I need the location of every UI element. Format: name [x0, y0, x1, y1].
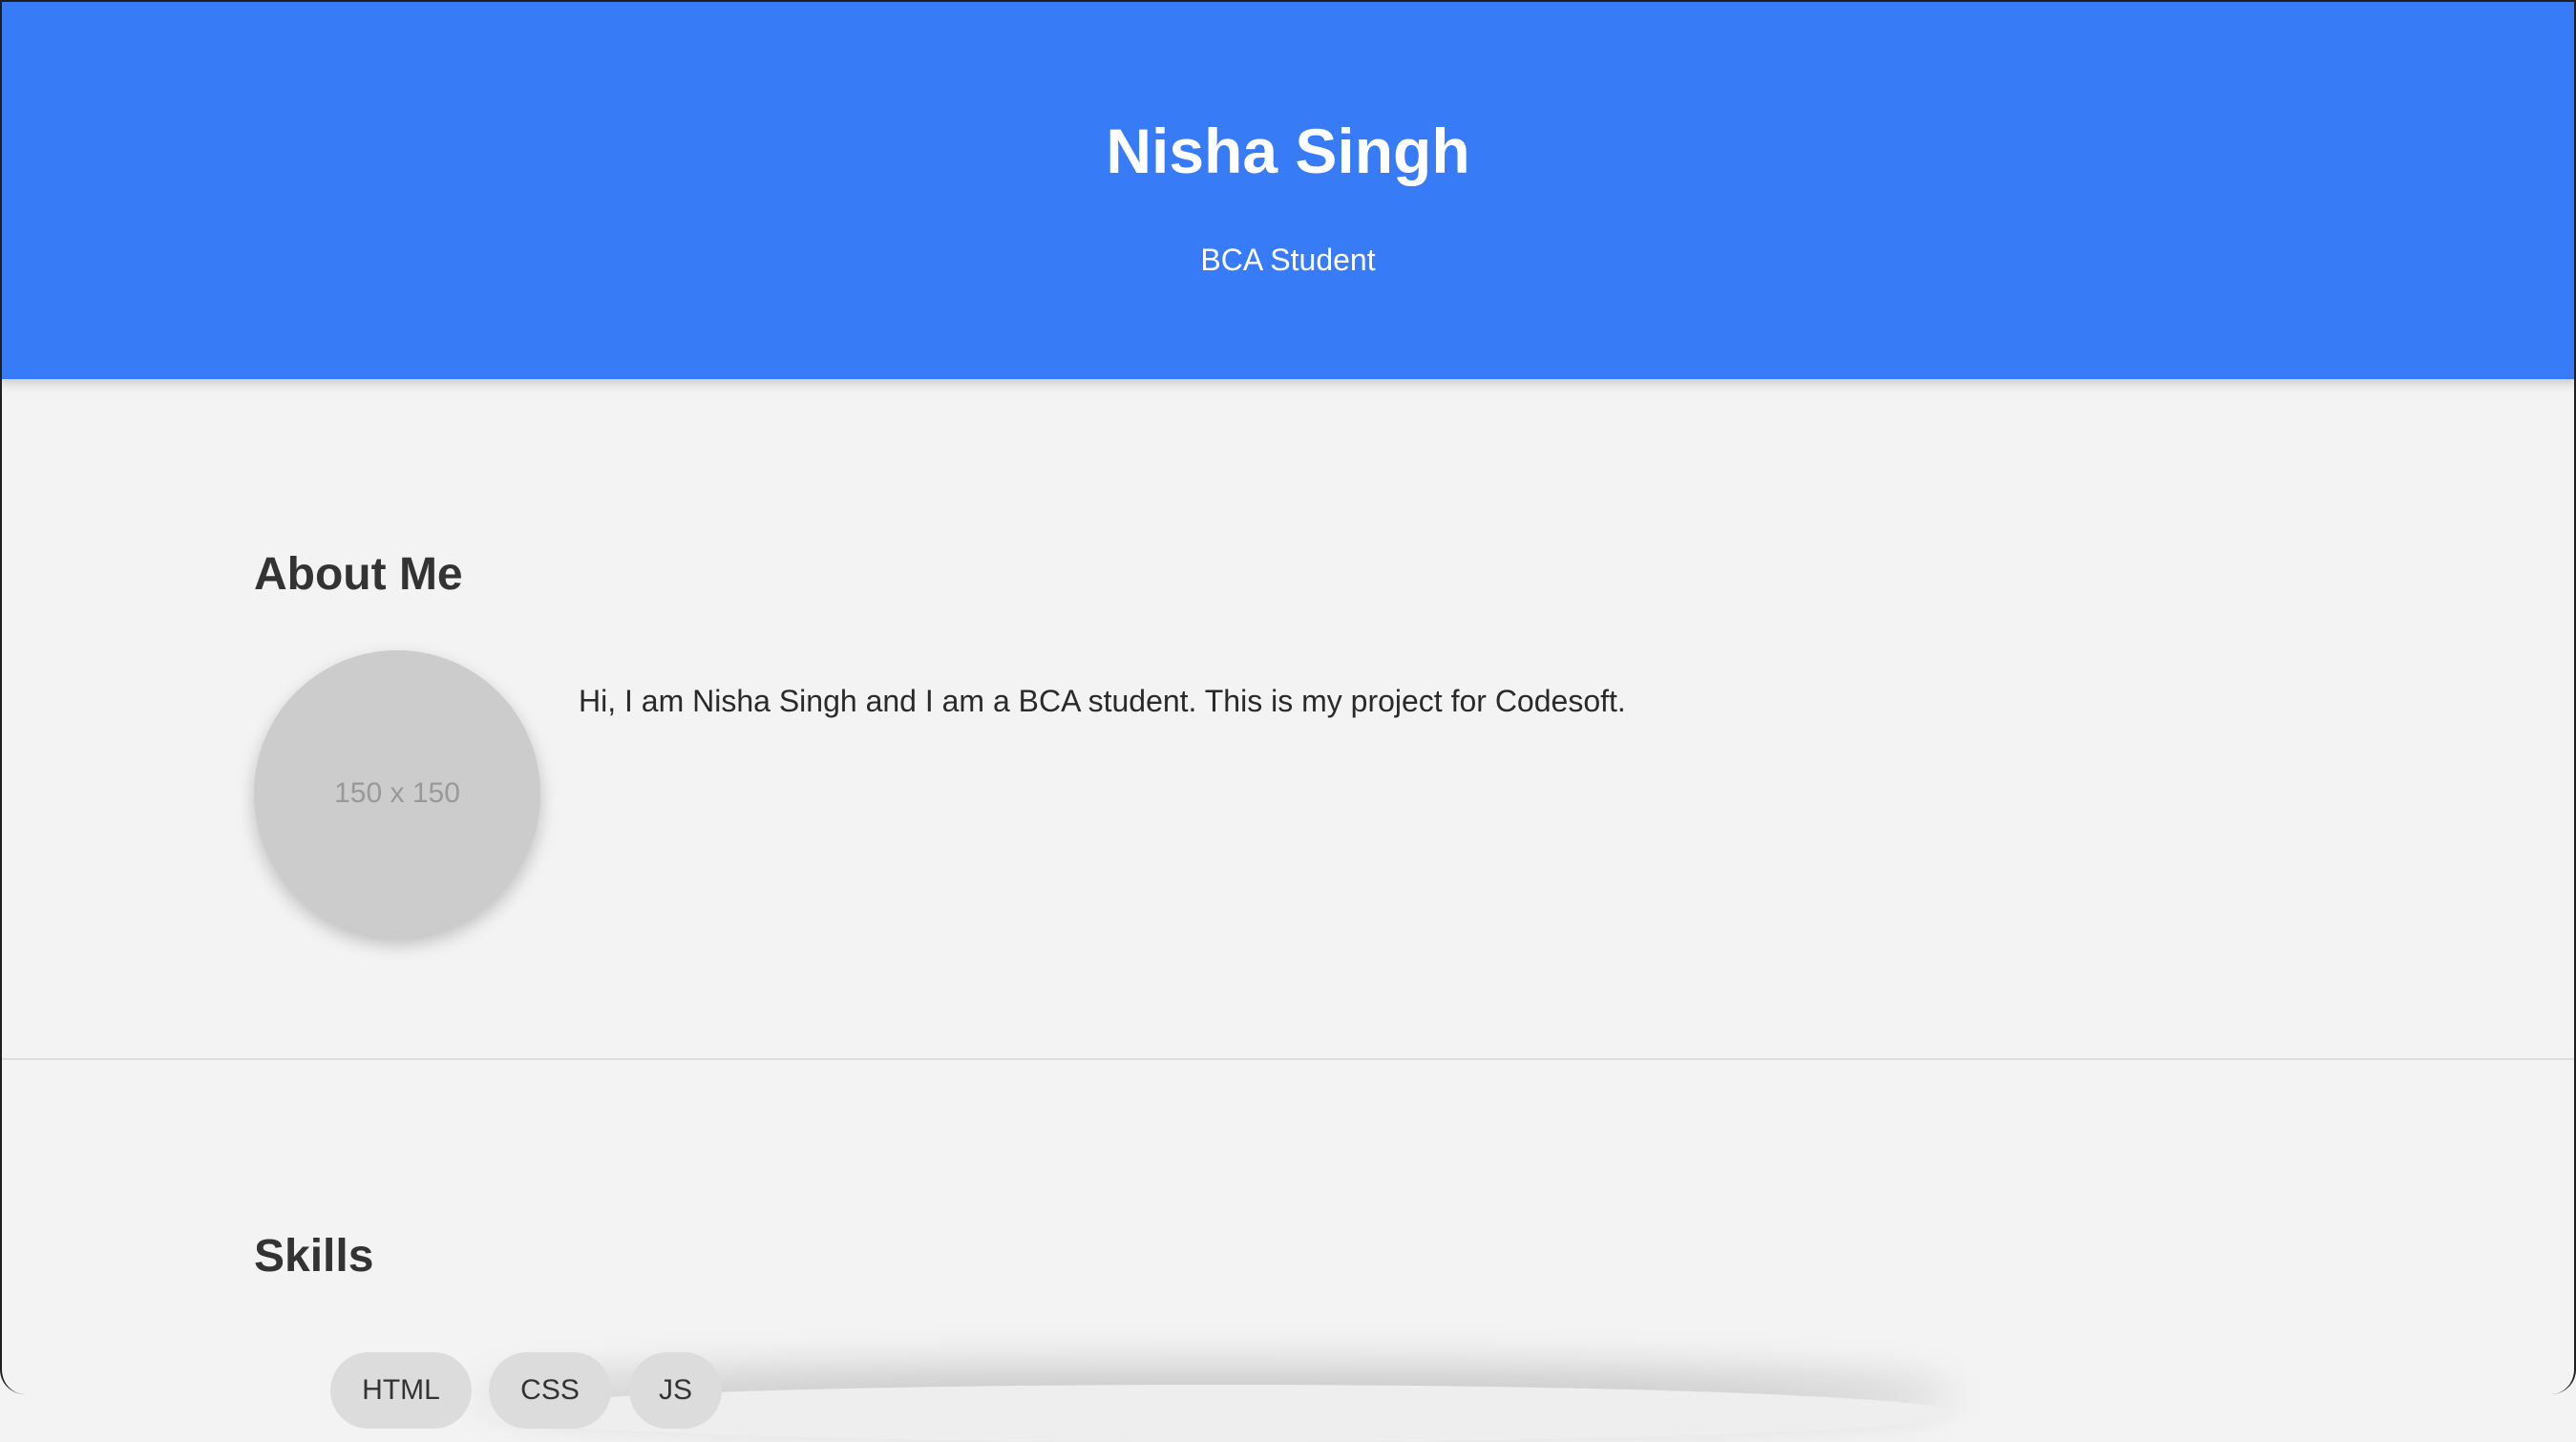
avatar: 150 x 150	[254, 650, 540, 937]
skills-title: Skills	[254, 1231, 374, 1282]
about-text: Hi, I am Nisha Singh and I am a BCA stud…	[579, 684, 1626, 718]
skill-pill-html: HTML	[330, 1352, 472, 1429]
page-header: Nisha Singh BCA Student	[0, 0, 2576, 379]
section-divider	[0, 1058, 2576, 1060]
profile-name: Nisha Singh	[1106, 116, 1470, 186]
skill-pill-css: CSS	[489, 1352, 611, 1429]
about-title: About Me	[254, 549, 463, 600]
profile-subtitle: BCA Student	[1200, 243, 1376, 277]
avatar-placeholder-label: 150 x 150	[334, 777, 460, 809]
skill-pill-js: JS	[629, 1352, 722, 1429]
